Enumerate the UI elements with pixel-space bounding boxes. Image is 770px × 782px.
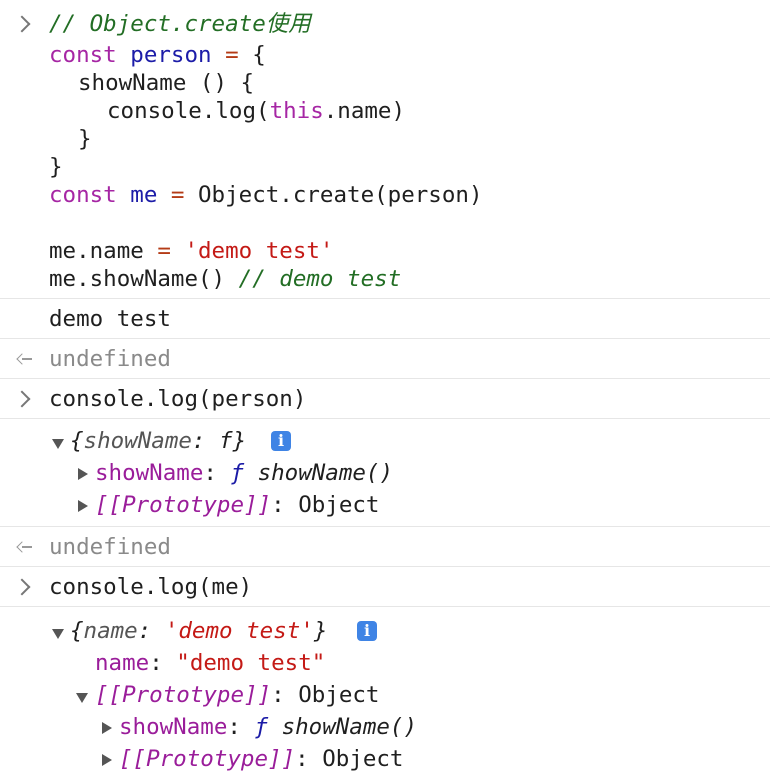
property-sep: : [149, 650, 177, 676]
property-row[interactable]: [[Prototype]]: Object [119, 745, 403, 773]
property-sep: : [271, 682, 299, 708]
prompt-chevron-icon [13, 390, 31, 408]
console-object-output: {showName: f} i showName: ƒ showName() [… [0, 419, 770, 527]
property-sep: : [295, 746, 323, 772]
property-sep: : [271, 492, 299, 518]
property-sep: : [227, 714, 255, 740]
input-code: console.log(person) [49, 386, 307, 412]
summary-brace: } [232, 428, 247, 454]
console-input-entry[interactable]: console.log(person) [0, 379, 770, 419]
expand-triangle-icon[interactable] [52, 439, 64, 449]
property-key: showName [119, 714, 228, 740]
operator-assign: = [157, 238, 171, 264]
code-line-5: } [78, 125, 92, 153]
return-arrow-bar [22, 546, 32, 548]
code-line-8: me.name = 'demo test' [49, 237, 333, 265]
summary-brace: { [70, 428, 84, 454]
code-line-9: me.showName() // demo test [49, 265, 401, 293]
code-line-3: showName () { [78, 69, 254, 97]
property-sep: : [203, 460, 231, 486]
function-glyph: ƒ [254, 714, 269, 740]
property-key: name [95, 650, 150, 676]
code-line-7: const me = Object.create(person) [49, 181, 483, 209]
console-return-entry: undefined [0, 339, 770, 379]
console-input-entry[interactable]: // Object.create使用 const person = { show… [0, 0, 770, 299]
object-create-call: Object.create(person) [198, 182, 483, 208]
summary-key: name [83, 618, 138, 644]
brace-close: } [49, 154, 63, 180]
console-return-entry: undefined [0, 527, 770, 567]
name-access: .name) [323, 98, 406, 124]
summary-val: f [219, 428, 233, 454]
expand-triangle-icon[interactable] [102, 754, 112, 766]
property-value: showName() [281, 714, 418, 740]
property-key: [[Prototype]] [95, 492, 272, 518]
property-value: showName() [257, 460, 394, 486]
expand-triangle-icon[interactable] [76, 693, 88, 703]
return-arrow-bar [22, 358, 32, 360]
property-row[interactable]: [[Prototype]]: Object [95, 681, 379, 709]
property-row[interactable]: showName: ƒ showName() [95, 459, 393, 487]
identifier-me: me [130, 182, 158, 208]
info-icon[interactable]: i [271, 431, 291, 451]
keyword-const: const [49, 182, 117, 208]
property-key: [[Prototype]] [95, 682, 272, 708]
property-value: "demo test" [176, 650, 326, 676]
log-message: demo test [49, 306, 171, 332]
console-log-call: console.log( [107, 98, 270, 124]
keyword-this: this [269, 98, 324, 124]
summary-sep: : [191, 428, 220, 454]
method-decl: showName () { [78, 70, 255, 96]
property-row[interactable]: showName: ƒ showName() [119, 713, 417, 741]
identifier-person: person [130, 42, 212, 68]
prompt-chevron-icon [13, 15, 31, 33]
info-icon[interactable]: i [357, 621, 377, 641]
code-line-6: } [49, 153, 63, 181]
operator-assign: = [225, 42, 239, 68]
showname-call: me.showName() [49, 266, 226, 292]
object-summary[interactable]: {showName: f} [70, 427, 246, 455]
code-line-2: const person = { [49, 41, 266, 69]
summary-val: 'demo test' [164, 618, 314, 644]
return-value: undefined [49, 346, 171, 372]
code-comment: // Object.create使用 [49, 11, 311, 37]
prompt-chevron-icon [13, 578, 31, 596]
expand-triangle-icon[interactable] [78, 468, 88, 480]
property-value: Object [298, 682, 380, 708]
property-row: name: "demo test" [95, 649, 325, 677]
console-object-output: {name: 'demo test'} i name: "demo test" … [0, 607, 770, 782]
string-literal: 'demo test' [184, 238, 334, 264]
summary-brace: } [313, 618, 328, 644]
operator-assign: = [170, 182, 185, 208]
return-value: undefined [49, 534, 171, 560]
code-line-1: // Object.create使用 [49, 10, 311, 38]
brace-close: } [78, 126, 92, 152]
console-input-entry[interactable]: console.log(me) [0, 567, 770, 607]
code-line-4: console.log(this.name) [107, 97, 405, 125]
expand-triangle-icon[interactable] [102, 722, 112, 734]
input-code: console.log(me) [49, 574, 253, 600]
function-glyph: ƒ [230, 460, 245, 486]
property-key: [[Prototype]] [119, 746, 296, 772]
code-comment: // demo test [238, 266, 402, 292]
brace-open: { [252, 42, 266, 68]
summary-sep: : [137, 618, 165, 644]
property-row[interactable]: [[Prototype]]: Object [95, 491, 379, 519]
keyword-const: const [49, 42, 117, 68]
summary-brace: { [70, 618, 84, 644]
property-value: Object [322, 746, 404, 772]
object-summary[interactable]: {name: 'demo test'} [70, 617, 327, 645]
me-name: me.name [49, 238, 144, 264]
expand-triangle-icon[interactable] [52, 629, 64, 639]
expand-triangle-icon[interactable] [78, 500, 88, 512]
property-value: Object [298, 492, 380, 518]
property-key: showName [95, 460, 204, 486]
summary-key: showName [83, 428, 192, 454]
console-log-output: demo test [0, 299, 770, 339]
